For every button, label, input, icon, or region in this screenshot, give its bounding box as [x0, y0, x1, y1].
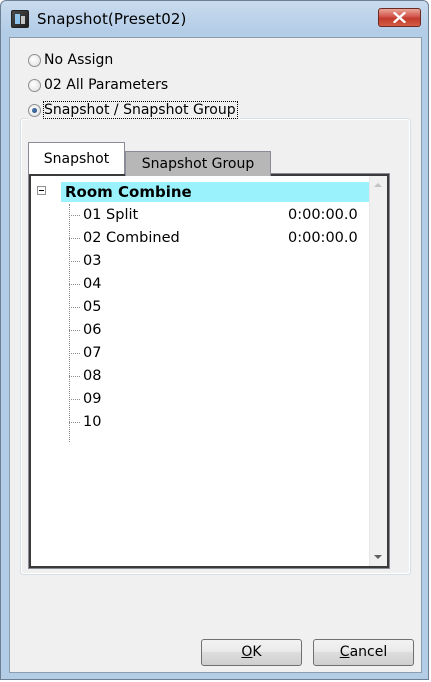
tree-item-label: 10 [83, 414, 102, 430]
tree-item-label: 03 [83, 253, 102, 269]
tree-item[interactable]: 09 [69, 388, 369, 411]
vertical-scrollbar[interactable] [369, 176, 387, 566]
radio-all-parameters[interactable]: 02 All Parameters [28, 75, 168, 95]
tree-item-label: 07 [83, 345, 102, 361]
radio-no-assign-label: No Assign [44, 52, 114, 68]
tree-root-label[interactable]: Room Combine [61, 182, 380, 202]
snapshot-tree[interactable]: Room Combine 01 Split 0:00:00.0 02 Combi… [29, 174, 389, 568]
radio-no-assign-circle[interactable] [28, 53, 41, 67]
tree-root-room-combine[interactable]: Room Combine [37, 182, 380, 202]
cancel-button-label: ancel [349, 644, 388, 660]
tree-item-label: 08 [83, 368, 102, 384]
tree-item[interactable]: 06 [69, 319, 369, 342]
ok-button-mnemonic: O [241, 644, 253, 660]
radio-all-parameters-label: 02 All Parameters [44, 77, 169, 93]
dialog-client-area: No Assign 02 All Parameters Snapshot / S… [9, 37, 422, 673]
tree-item[interactable]: 04 [69, 273, 369, 296]
tab-snapshot[interactable]: Snapshot [28, 142, 125, 174]
tab-snapshot-group[interactable]: Snapshot Group [125, 151, 271, 176]
tree-item-label: 02 Combined [83, 230, 180, 246]
radio-no-assign[interactable]: No Assign [28, 50, 113, 70]
tree-item-time: 0:00:00.0 [288, 230, 358, 246]
window-title: Snapshot(Preset02) [37, 10, 187, 28]
radio-snapshot-group-circle[interactable] [28, 103, 41, 117]
scroll-up-arrow-icon[interactable] [374, 183, 382, 187]
tree-item[interactable]: 01 Split 0:00:00.0 [69, 204, 369, 227]
title-bar[interactable]: Snapshot(Preset02) [1, 1, 428, 37]
tree-item[interactable]: 10 [69, 411, 369, 434]
tree-item[interactable]: 02 Combined 0:00:00.0 [69, 227, 369, 250]
tree-item[interactable]: 07 [69, 342, 369, 365]
tree-item[interactable]: 03 [69, 250, 369, 273]
tree-item-label: 05 [83, 299, 102, 315]
radio-all-parameters-circle[interactable] [28, 78, 41, 92]
ok-button-label: K [252, 644, 262, 660]
cancel-button-mnemonic: C [339, 644, 350, 660]
tree-item[interactable]: 05 [69, 296, 369, 319]
tree-item-label: 01 Split [83, 207, 139, 223]
app-icon [11, 10, 29, 28]
dialog-window: Snapshot(Preset02) No Assign 02 All Para… [0, 0, 429, 680]
close-icon [393, 12, 406, 23]
snapshot-tab-panel: Room Combine 01 Split 0:00:00.0 02 Combi… [28, 173, 390, 569]
tree-item-label: 09 [83, 391, 102, 407]
tree-item-label: 06 [83, 322, 102, 338]
tree-item-time: 0:00:00.0 [288, 207, 358, 223]
radio-snapshot-group-label: Snapshot / Snapshot Group [43, 101, 238, 119]
scroll-down-arrow-icon[interactable] [374, 555, 382, 559]
cancel-button[interactable]: Cancel [313, 639, 414, 666]
ok-button[interactable]: OK [201, 639, 302, 666]
close-button[interactable] [378, 8, 421, 27]
tree-item-label: 04 [83, 276, 102, 292]
radio-snapshot-group[interactable]: Snapshot / Snapshot Group [28, 100, 240, 120]
collapse-icon[interactable] [37, 186, 46, 195]
tree-item[interactable]: 08 [69, 365, 369, 388]
